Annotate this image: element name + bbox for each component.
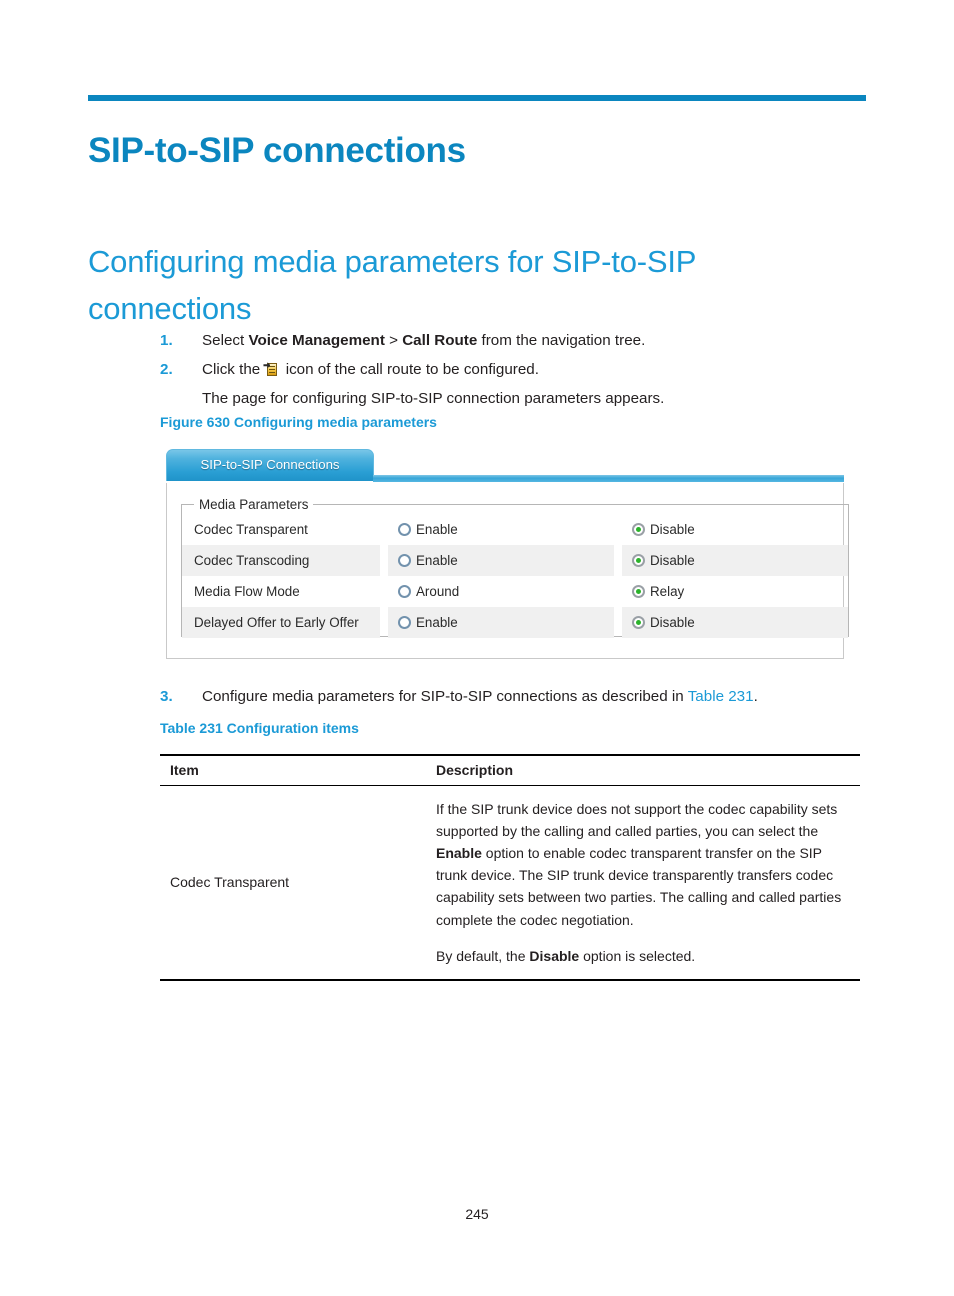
- settings-panel: Media Parameters Codec Transparent Enable…: [166, 483, 849, 659]
- column-header-description: Description: [432, 754, 860, 786]
- table-header: Item Description: [160, 754, 860, 786]
- page-number: 245: [465, 1206, 489, 1222]
- inline-text: Select: [202, 332, 249, 349]
- radio-option-disable[interactable]: Disable: [622, 545, 848, 576]
- parameter-label: Codec Transparent: [194, 522, 308, 537]
- column-gap: [614, 576, 622, 607]
- table-body: Codec Transparent If the SIP trunk device…: [160, 785, 860, 981]
- radio-option-label: Enable: [416, 553, 458, 568]
- parameter-label: Media Flow Mode: [194, 584, 300, 599]
- step-text: Select Voice Management > Call Route fro…: [202, 326, 870, 355]
- column-header-item: Item: [160, 754, 432, 786]
- column-gap: [614, 607, 622, 638]
- radio-unselected-icon[interactable]: [398, 554, 411, 567]
- inline-text: icon of the call route to be configured.: [281, 361, 539, 379]
- inline-text: from the navigation tree.: [477, 332, 646, 349]
- description-paragraph: If the SIP trunk device does not support…: [436, 798, 854, 931]
- inline-text: Click the: [202, 361, 265, 379]
- inline-text: .: [753, 688, 758, 705]
- radio-option-label: Around: [416, 584, 460, 599]
- emphasis-text: Voice Management: [248, 332, 385, 349]
- column-gap: [380, 607, 388, 638]
- step-item: 3. Configure media parameters for SIP-to…: [160, 688, 870, 705]
- radio-option-label: Disable: [650, 522, 695, 537]
- screenshot-figure: SIP-to-SIP Connections Media Parameters …: [166, 447, 849, 659]
- radio-option-around[interactable]: Around: [388, 576, 614, 607]
- radio-option-enable[interactable]: Enable: [388, 514, 614, 545]
- header-rule: [88, 95, 866, 101]
- emphasis-text: Call Route: [402, 332, 478, 349]
- fieldset-legend: Media Parameters: [199, 497, 309, 512]
- radio-option-label: Disable: [650, 615, 695, 630]
- step-item: 2. Click the icon of the call route to b…: [160, 355, 870, 384]
- radio-option-enable[interactable]: Enable: [388, 545, 614, 576]
- configure-route-icon: [263, 362, 278, 377]
- inline-text: By default, the: [436, 947, 530, 964]
- radio-unselected-icon[interactable]: [398, 585, 411, 598]
- table-header-row: Item Description: [160, 754, 860, 786]
- step-note: The page for configuring SIP-to-SIP conn…: [202, 390, 665, 408]
- radio-selected-icon[interactable]: [632, 585, 645, 598]
- radio-option-label: Relay: [650, 584, 685, 599]
- figure-caption: Figure 630 Configuring media parameters: [160, 414, 437, 430]
- column-gap: [380, 545, 388, 576]
- radio-option-label: Enable: [416, 615, 458, 630]
- page-title: SIP-to-SIP connections: [88, 131, 466, 171]
- tab-sip-to-sip-connections[interactable]: SIP-to-SIP Connections: [166, 449, 374, 481]
- table-row: Codec Transparent If the SIP trunk device…: [160, 785, 860, 981]
- tab-label: SIP-to-SIP Connections: [200, 457, 340, 472]
- radio-selected-icon[interactable]: [632, 523, 645, 536]
- parameter-label: Codec Transcoding: [182, 545, 380, 576]
- media-parameter-row: Delayed Offer to Early Offer Enable Disabl…: [182, 607, 848, 638]
- emphasis-text: Disable: [529, 947, 580, 964]
- inline-text: >: [384, 332, 403, 349]
- column-gap: [380, 576, 388, 607]
- media-parameter-row: Media Flow Mode Around Relay: [182, 576, 848, 607]
- radio-option-enable[interactable]: Enable: [388, 607, 614, 638]
- configuration-items-table: Item Description Codec Transparent If the…: [160, 754, 860, 981]
- step-number: 1.: [160, 332, 173, 349]
- tab-strip: SIP-to-SIP Connections: [166, 447, 844, 485]
- section-heading: Configuring media parameters for SIP-to-…: [88, 243, 696, 326]
- inline-text: Configure media parameters for SIP-to-SI…: [202, 688, 688, 705]
- description-paragraph: By default, the Disable option is select…: [436, 945, 854, 967]
- media-parameter-rows: Codec Transparent Enable Disable Codec Tran…: [182, 514, 848, 638]
- step-text: Configure media parameters for SIP-to-SI…: [202, 688, 870, 705]
- inline-text: If the SIP trunk device does not support…: [436, 801, 838, 840]
- cell-item: Codec Transparent: [160, 785, 432, 981]
- radio-unselected-icon[interactable]: [398, 616, 411, 629]
- radio-option-disable[interactable]: Disable: [622, 607, 848, 638]
- procedure-steps: 1. Select Voice Management > Call Route …: [160, 326, 870, 414]
- radio-selected-icon[interactable]: [632, 616, 645, 629]
- step-item: 1. Select Voice Management > Call Route …: [160, 326, 870, 355]
- step-number: 2.: [160, 361, 173, 379]
- inline-text: option to enable codec transparent trans…: [436, 845, 842, 928]
- media-parameter-row: Codec Transcoding Enable Disable: [182, 545, 848, 576]
- column-gap: [614, 545, 622, 576]
- step-number: 3.: [160, 688, 173, 705]
- tab-underline: [373, 475, 844, 482]
- media-parameters-fieldset: Media Parameters Codec Transparent Enable…: [181, 497, 849, 638]
- radio-option-label: Disable: [650, 553, 695, 568]
- column-gap: [380, 514, 388, 545]
- column-gap: [614, 514, 622, 545]
- table-caption: Table 231 Configuration items: [160, 720, 359, 736]
- radio-selected-icon[interactable]: [632, 554, 645, 567]
- radio-option-label: Enable: [416, 522, 458, 537]
- emphasis-text: Enable: [436, 845, 482, 862]
- radio-option-relay[interactable]: Relay: [622, 576, 848, 607]
- radio-option-disable[interactable]: Disable: [622, 514, 848, 545]
- document-page: SIP-to-SIP connections Configuring media…: [0, 0, 954, 1296]
- inline-text: option is selected.: [579, 947, 696, 964]
- parameter-label: Delayed Offer to Early Offer: [182, 607, 380, 638]
- media-parameter-row: Codec Transparent Enable Disable: [182, 514, 848, 545]
- step-text: Click the icon of the call route to be c…: [202, 355, 870, 384]
- radio-unselected-icon[interactable]: [398, 523, 411, 536]
- cross-reference-link[interactable]: Table 231: [688, 688, 754, 705]
- cell-description: If the SIP trunk device does not support…: [432, 785, 860, 981]
